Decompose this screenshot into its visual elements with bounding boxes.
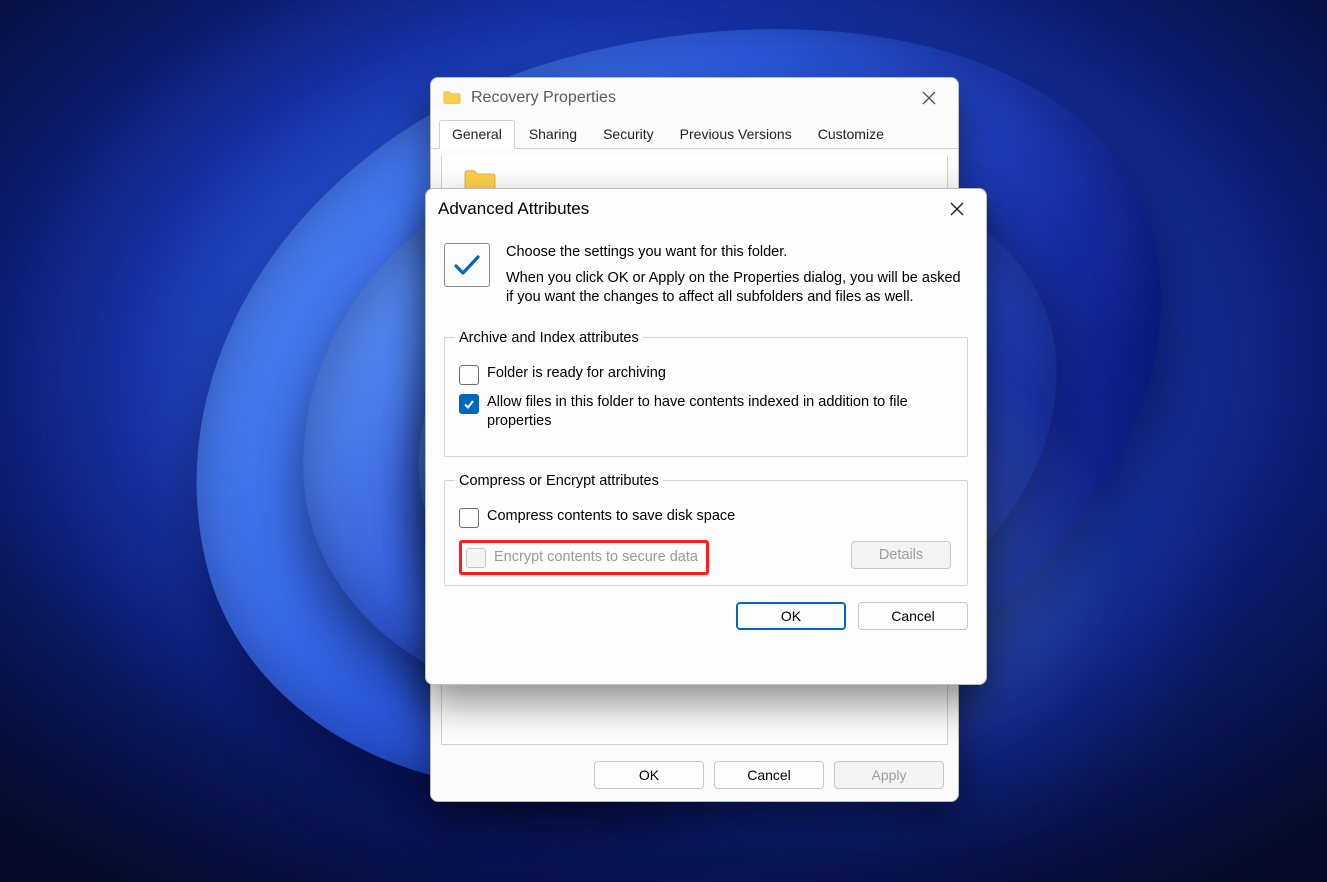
encrypt-checkbox-label: Encrypt contents to secure data [494,549,698,565]
properties-tabs: General Sharing Security Previous Versio… [431,118,958,149]
tab-customize[interactable]: Customize [806,121,896,148]
details-button[interactable]: Details [851,541,951,569]
tab-previous-versions[interactable]: Previous Versions [668,121,804,148]
advanced-titlebar[interactable]: Advanced Attributes [426,189,986,229]
advanced-ok-button[interactable]: OK [736,602,846,630]
checkmark-icon [452,253,482,277]
advanced-close-button[interactable] [934,193,980,225]
properties-close-button[interactable] [906,82,952,114]
tab-security[interactable]: Security [591,121,666,148]
compress-encrypt-group-title: Compress or Encrypt attributes [455,473,663,489]
tab-sharing[interactable]: Sharing [517,121,589,148]
advanced-title: Advanced Attributes [438,199,934,219]
advanced-attributes-dialog: Advanced Attributes Choose the settings … [425,188,987,685]
properties-apply-button[interactable]: Apply [834,761,944,789]
properties-titlebar[interactable]: Recovery Properties [431,78,958,118]
compress-checkbox[interactable] [459,508,479,528]
index-checkbox-label: Allow files in this folder to have conte… [487,393,953,432]
close-icon [922,91,936,105]
tab-general[interactable]: General [439,120,515,149]
encrypt-checkbox [466,548,486,568]
properties-title: Recovery Properties [471,89,906,107]
properties-cancel-button[interactable]: Cancel [714,761,824,789]
properties-button-bar: OK Cancel Apply [594,761,944,789]
archive-checkbox-label: Folder is ready for archiving [487,364,666,384]
advanced-cancel-button[interactable]: Cancel [858,602,968,630]
archive-index-group: Archive and Index attributes Folder is r… [444,330,968,457]
encrypt-highlight-box: Encrypt contents to secure data [459,540,709,575]
compress-encrypt-group: Compress or Encrypt attributes Compress … [444,473,968,586]
close-icon [950,202,964,216]
index-checkbox[interactable] [459,394,479,414]
archive-index-group-title: Archive and Index attributes [455,330,643,346]
properties-ok-button[interactable]: OK [594,761,704,789]
advanced-button-bar: OK Cancel [426,586,986,646]
folder-icon [443,90,461,106]
dialog-icon [444,243,490,287]
compress-checkbox-label: Compress contents to save disk space [487,507,735,527]
dialog-intro-text: Choose the settings you want for this fo… [506,243,968,314]
archive-checkbox[interactable] [459,365,479,385]
